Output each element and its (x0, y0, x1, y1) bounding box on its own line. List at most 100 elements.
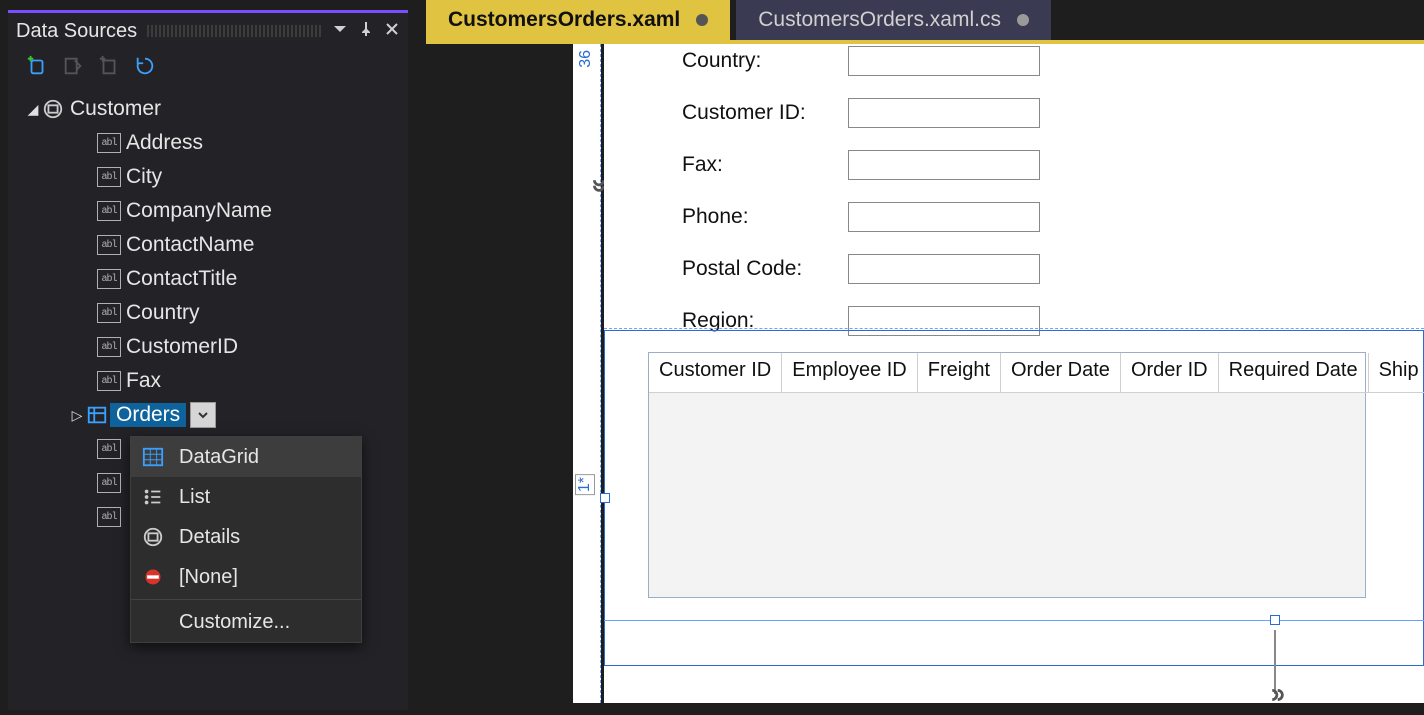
menu-label: [None] (179, 566, 238, 589)
string-field-icon: abl (96, 269, 122, 289)
orders-label: Orders (110, 403, 186, 427)
menu-item-customize[interactable]: Customize... (131, 602, 361, 642)
grid-column-header[interactable]: Ship (1369, 353, 1424, 393)
field-label: City (122, 165, 162, 189)
orders-control-menu[interactable]: DataGrid List Details [None] Customize..… (130, 436, 362, 643)
form-label: Fax: (682, 153, 848, 177)
unsaved-dot-icon (696, 14, 708, 26)
grid-column-header[interactable]: Required Date (1219, 353, 1369, 393)
field-label: ContactName (122, 233, 254, 257)
tree-root-customer[interactable]: ◢ Customer (26, 92, 408, 126)
grid-column-header[interactable]: Customer ID (649, 353, 782, 393)
menu-label: Details (179, 526, 240, 549)
datagrid-icon (141, 446, 165, 468)
tree-field[interactable]: ablCustomerID (26, 330, 408, 364)
tree-field[interactable]: ablCompanyName (26, 194, 408, 228)
field-label: ContactTitle (122, 267, 237, 291)
tree-field[interactable]: ablContactTitle (26, 262, 408, 296)
ruler-value: 36 (577, 50, 595, 68)
form-input[interactable] (848, 306, 1040, 336)
refresh-icon[interactable] (134, 55, 156, 82)
panel-title: Data Sources (16, 20, 137, 43)
grid-guide (604, 620, 1424, 621)
panel-toolbar (8, 49, 408, 92)
menu-item-none[interactable]: [None] (131, 557, 361, 597)
tree-field[interactable]: ablAddress (26, 126, 408, 160)
add-datasource-icon[interactable] (26, 55, 48, 82)
edit-datasource-icon[interactable] (62, 55, 84, 82)
tree-root-label: Customer (66, 97, 161, 121)
field-label: CustomerID (122, 335, 238, 359)
form-input[interactable] (848, 202, 1040, 232)
form-input[interactable] (848, 46, 1040, 76)
tree-field[interactable]: ablCity (26, 160, 408, 194)
dropdown-icon[interactable] (332, 21, 348, 42)
pin-icon[interactable] (358, 21, 374, 42)
tree-node-orders[interactable]: ▷ Orders (26, 398, 408, 432)
details-icon (141, 526, 165, 548)
field-label: Fax (122, 369, 161, 393)
form-label: Country: (682, 49, 848, 73)
field-label: CompanyName (122, 199, 272, 223)
string-field-icon: abl (96, 303, 122, 323)
string-field-icon: abl (96, 201, 122, 221)
form-input[interactable] (848, 98, 1040, 128)
menu-item-list[interactable]: List (131, 477, 361, 517)
form-input[interactable] (848, 254, 1040, 284)
form-row: Postal Code: (682, 254, 1040, 284)
grid-guide (604, 328, 1424, 329)
resize-handle[interactable] (600, 493, 610, 503)
table-icon (84, 404, 110, 426)
grid-column-header[interactable]: Order ID (1121, 353, 1219, 393)
menu-item-datagrid[interactable]: DataGrid (131, 437, 361, 477)
tree-field[interactable]: ablContactName (26, 228, 408, 262)
string-field-icon: abl (96, 473, 122, 493)
string-field-icon: abl (96, 439, 122, 459)
unsaved-dot-icon (1017, 14, 1029, 26)
string-field-icon: abl (96, 371, 122, 391)
resize-handle[interactable] (1270, 615, 1280, 625)
string-field-icon: abl (96, 337, 122, 357)
form-input[interactable] (848, 150, 1040, 180)
form-label: Postal Code: (682, 257, 848, 281)
designer-surface[interactable]: Country: Customer ID: Fax: Phone: Postal… (604, 44, 1424, 703)
orders-dropdown-button[interactable] (190, 402, 216, 428)
form-row: Country: (682, 46, 1040, 76)
document-tabs: CustomersOrders.xaml CustomersOrders.xam… (426, 0, 1424, 40)
form-row: Customer ID: (682, 98, 1040, 128)
string-field-icon: abl (96, 235, 122, 255)
orders-datagrid[interactable]: Customer IDEmployee IDFreightOrder DateO… (648, 352, 1366, 598)
menu-label: DataGrid (179, 446, 259, 469)
menu-label: List (179, 486, 210, 509)
form-row: Phone: (682, 202, 1040, 232)
tree-field[interactable]: ablCountry (26, 296, 408, 330)
string-field-icon: abl (96, 507, 122, 527)
field-label: Country (122, 301, 200, 325)
tab-xaml-cs[interactable]: CustomersOrders.xaml.cs (736, 0, 1051, 40)
form-row: Region: (682, 306, 1040, 336)
list-icon (141, 486, 165, 508)
drag-handle[interactable] (147, 25, 322, 37)
new-dataset-icon[interactable] (98, 55, 120, 82)
tree-field[interactable]: ablFax (26, 364, 408, 398)
grid-column-header[interactable]: Freight (918, 353, 1001, 393)
string-field-icon: abl (96, 167, 122, 187)
form-label: Region: (682, 309, 848, 333)
link-icon[interactable] (1264, 684, 1286, 706)
menu-item-details[interactable]: Details (131, 517, 361, 557)
row-ruler[interactable]: 36 1* (573, 44, 601, 703)
grid-column-header[interactable]: Employee ID (782, 353, 918, 393)
form-row: Fax: (682, 150, 1040, 180)
tab-label: CustomersOrders.xaml (448, 8, 680, 32)
grid-column-header[interactable]: Order Date (1001, 353, 1121, 393)
grid-header: Customer IDEmployee IDFreightOrder DateO… (649, 353, 1365, 393)
close-icon[interactable] (384, 21, 400, 42)
ruler-star: 1* (575, 474, 595, 495)
field-label: Address (122, 131, 203, 155)
menu-label: Customize... (179, 611, 290, 634)
none-icon (141, 567, 165, 587)
form-label: Customer ID: (682, 101, 848, 125)
tab-label: CustomersOrders.xaml.cs (758, 8, 1001, 32)
tab-xaml[interactable]: CustomersOrders.xaml (426, 0, 730, 40)
form-label: Phone: (682, 205, 848, 229)
